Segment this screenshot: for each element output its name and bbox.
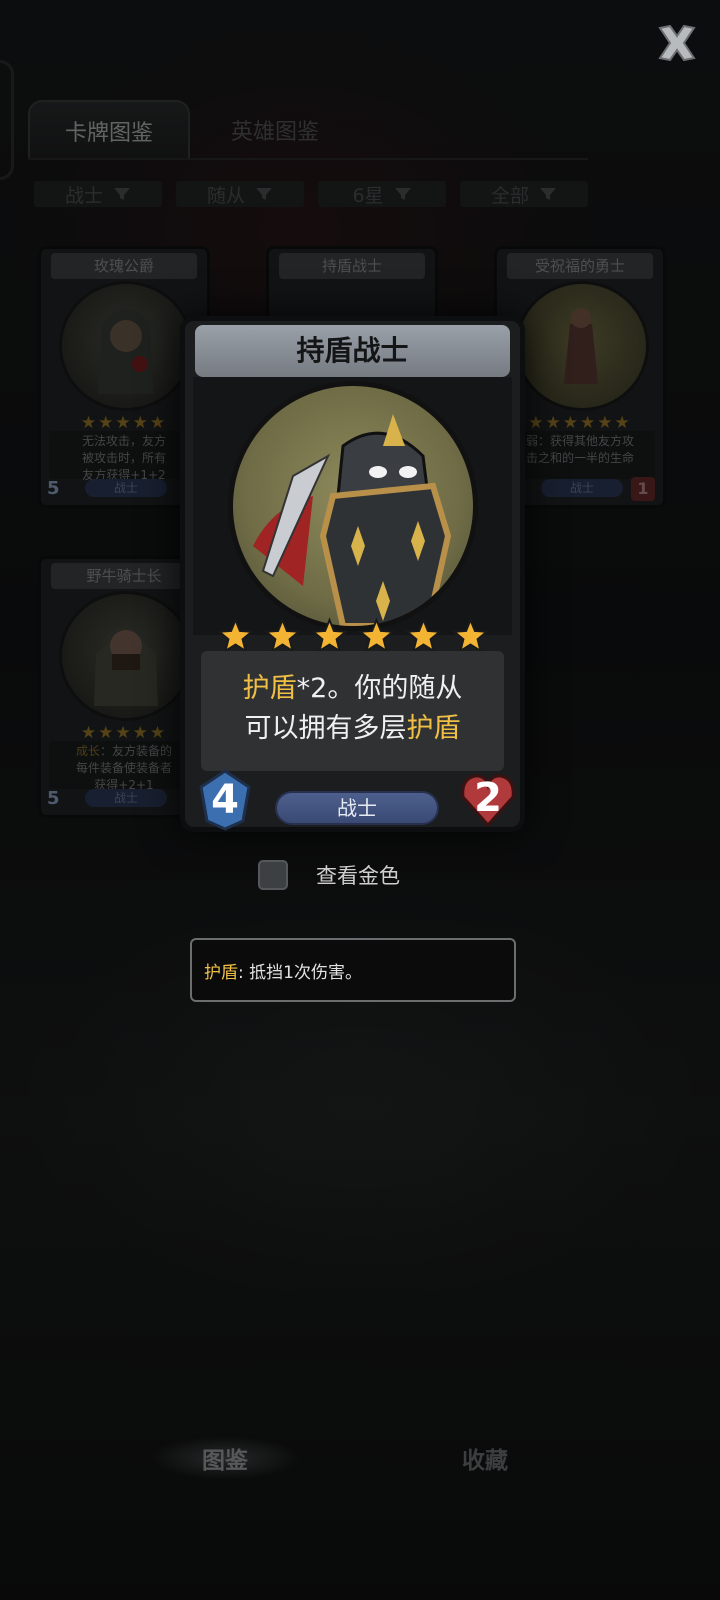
star-icon bbox=[310, 617, 348, 653]
view-gold-label: 查看金色 bbox=[316, 864, 400, 888]
nav-collection[interactable]: 收藏 bbox=[410, 1436, 560, 1480]
star-icon bbox=[263, 617, 301, 653]
card-portrait bbox=[228, 381, 478, 631]
star-icon bbox=[404, 617, 442, 653]
nav-codex[interactable]: 图鉴 bbox=[150, 1436, 300, 1480]
close-icon[interactable] bbox=[652, 18, 702, 68]
tooltip-text: : 抵挡1次伤害。 bbox=[238, 963, 362, 983]
tooltip-keyword: 护盾 bbox=[204, 963, 238, 983]
view-gold-checkbox[interactable] bbox=[258, 860, 288, 890]
star-icon bbox=[451, 617, 489, 653]
cost-gem: 4 bbox=[199, 769, 251, 831]
card-description: 护盾*2。你的随从 可以拥有多层护盾 bbox=[201, 651, 504, 771]
view-gold-toggle[interactable]: 查看金色 bbox=[258, 858, 400, 892]
star-icon bbox=[357, 617, 395, 653]
hp-heart: 2 bbox=[459, 771, 517, 829]
class-badge: 战士 bbox=[275, 791, 439, 825]
card-title: 持盾战士 bbox=[195, 325, 510, 377]
selected-card: 持盾战士 护盾*2。你的随从 可以拥有多层护盾 4 战士 2 bbox=[180, 316, 525, 832]
keyword-tooltip: 护盾: 抵挡1次伤害。 bbox=[190, 938, 516, 1002]
star-icon bbox=[216, 617, 254, 653]
